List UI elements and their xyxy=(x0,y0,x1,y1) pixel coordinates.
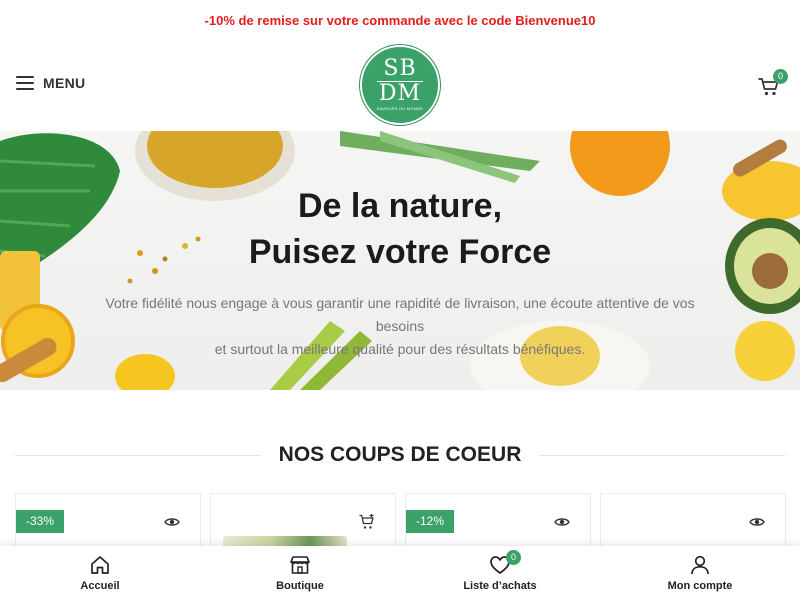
nav-account-label: Mon compte xyxy=(667,580,733,592)
hero-text-line1: Votre fidélité nous engage à vous garant… xyxy=(105,295,695,334)
nav-wishlist[interactable]: 0 Liste d’achats xyxy=(400,546,600,600)
eye-icon[interactable] xyxy=(164,514,180,530)
product-grid: -33% -12% xyxy=(15,493,786,554)
add-to-cart-icon[interactable] xyxy=(359,514,375,530)
product-card[interactable]: -33% xyxy=(15,493,201,553)
product-card[interactable] xyxy=(600,493,786,553)
logo-line2: DM xyxy=(378,81,422,106)
nav-shop-label: Boutique xyxy=(276,580,324,592)
eye-icon[interactable] xyxy=(554,514,570,530)
wishlist-count-badge: 0 xyxy=(506,550,521,565)
menu-button[interactable]: MENU xyxy=(16,75,85,91)
home-icon xyxy=(91,556,109,574)
hero-banner: De la nature, Puisez votre Force Votre f… xyxy=(0,131,800,390)
hamburger-icon xyxy=(16,76,34,90)
nav-wishlist-label: Liste d’achats xyxy=(463,580,537,592)
section-heading: NOS COUPS DE COEUR xyxy=(0,443,800,467)
hero-title-line2: Puisez votre Force xyxy=(248,233,552,271)
promo-bar: -10% de remise sur votre commande avec l… xyxy=(0,0,800,40)
nav-account[interactable]: Mon compte xyxy=(600,546,800,600)
cart-count-badge: 0 xyxy=(773,69,788,84)
promo-text: -10% de remise sur votre commande avec l… xyxy=(204,12,596,28)
discount-badge: -12% xyxy=(406,510,455,533)
nav-home-label: Accueil xyxy=(80,580,120,592)
shop-icon xyxy=(290,556,310,574)
product-card[interactable] xyxy=(210,493,396,554)
hero-title: De la nature, Puisez votre Force xyxy=(0,183,800,275)
nav-home[interactable]: Accueil xyxy=(0,546,200,600)
site-header: MENU SB DM SAVEURS DU MONDE 0 xyxy=(0,40,800,130)
discount-badge: -33% xyxy=(16,510,65,533)
user-icon xyxy=(691,555,709,575)
logo-line1: SB xyxy=(383,56,417,81)
site-logo[interactable]: SB DM SAVEURS DU MONDE xyxy=(360,45,440,125)
divider xyxy=(539,454,786,456)
hero-description: Votre fidélité nous engage à vous garant… xyxy=(80,292,720,361)
cart-button[interactable]: 0 xyxy=(758,69,788,97)
product-card[interactable]: -12% xyxy=(405,493,591,553)
menu-label: MENU xyxy=(43,75,86,91)
hero-text-line2: et surtout la meilleure qualité pour des… xyxy=(214,341,586,357)
section-title: NOS COUPS DE COEUR xyxy=(278,443,522,466)
eye-icon[interactable] xyxy=(749,514,765,530)
bottom-nav: Accueil Boutique 0 Liste d’achats Mon co… xyxy=(0,546,800,600)
nav-shop[interactable]: Boutique xyxy=(200,546,400,600)
hero-title-line1: De la nature, xyxy=(297,187,503,225)
divider xyxy=(15,454,261,456)
logo-tagline: SAVEURS DU MONDE xyxy=(376,106,424,111)
